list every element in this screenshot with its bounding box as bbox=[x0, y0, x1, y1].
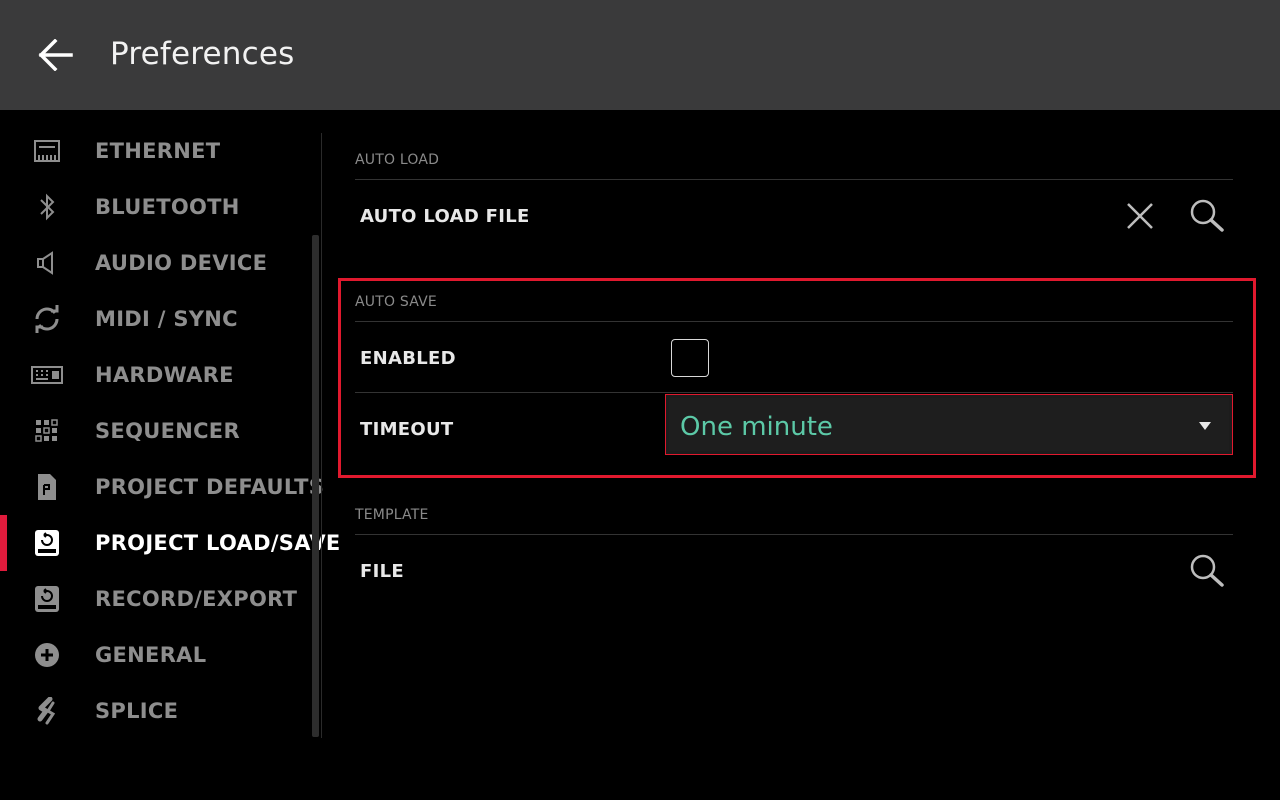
sidebar-item-audio-device[interactable]: AUDIO DEVICE bbox=[0, 235, 312, 291]
divider bbox=[355, 392, 1233, 393]
dropdown-field: One minute bbox=[669, 398, 1229, 451]
close-icon bbox=[1127, 203, 1153, 229]
drive-load-icon bbox=[30, 527, 64, 559]
auto-save-timeout-dropdown[interactable]: One minute bbox=[665, 394, 1233, 455]
sidebar-item-record-export[interactable]: RECORD/EXPORT bbox=[0, 571, 312, 627]
sidebar-item-label: BLUETOOTH bbox=[95, 195, 240, 219]
browse-template-button[interactable] bbox=[1185, 549, 1229, 593]
auto-save-enabled-checkbox[interactable] bbox=[671, 339, 709, 377]
sidebar-divider bbox=[321, 133, 322, 738]
sidebar-item-label: SPLICE bbox=[95, 699, 179, 723]
template-file-label: FILE bbox=[360, 561, 404, 582]
page-title: Preferences bbox=[110, 36, 295, 72]
sidebar-item-sequencer[interactable]: SEQUENCER bbox=[0, 403, 312, 459]
sidebar-item-splice[interactable]: SPLICE bbox=[0, 683, 312, 739]
divider bbox=[355, 534, 1233, 535]
plus-circle-icon bbox=[30, 639, 64, 671]
auto-save-enabled-label: ENABLED bbox=[360, 348, 456, 369]
clear-auto-load-button[interactable] bbox=[1118, 194, 1162, 238]
sidebar-item-general[interactable]: GENERAL bbox=[0, 627, 312, 683]
bluetooth-icon bbox=[30, 191, 64, 223]
auto-load-section-label: AUTO LOAD bbox=[355, 152, 440, 168]
template-section-label: TEMPLATE bbox=[355, 507, 429, 523]
auto-save-section-label: AUTO SAVE bbox=[355, 294, 437, 310]
title-bar: Preferences bbox=[0, 0, 1280, 110]
dropdown-value: One minute bbox=[680, 412, 833, 442]
sidebar-item-label: HARDWARE bbox=[95, 363, 234, 387]
search-icon bbox=[1190, 554, 1224, 587]
sidebar-item-label: AUDIO DEVICE bbox=[95, 251, 268, 275]
sidebar-item-bluetooth[interactable]: BLUETOOTH bbox=[0, 179, 312, 235]
sidebar-item-label: MIDI / SYNC bbox=[95, 307, 238, 331]
keyboard-icon bbox=[30, 359, 64, 391]
sidebar-item-label: ETHERNET bbox=[95, 139, 221, 163]
speaker-icon bbox=[30, 247, 64, 279]
back-button[interactable] bbox=[34, 34, 76, 76]
sidebar-item-label: GENERAL bbox=[95, 643, 207, 667]
sidebar-item-label: RECORD/EXPORT bbox=[95, 587, 298, 611]
grid-icon bbox=[30, 415, 64, 447]
arrow-left-icon bbox=[38, 39, 73, 71]
divider bbox=[355, 321, 1233, 322]
sidebar-item-label: PROJECT DEFAULTS bbox=[95, 475, 325, 499]
sidebar-scrollbar[interactable] bbox=[312, 235, 319, 737]
splice-icon bbox=[30, 695, 64, 727]
sidebar: ETHERNET BLUETOOTH AUDIO DEVICE MIDI / S… bbox=[0, 123, 340, 800]
sidebar-item-ethernet[interactable]: ETHERNET bbox=[0, 123, 312, 179]
search-icon bbox=[1190, 199, 1224, 232]
browse-auto-load-button[interactable] bbox=[1185, 194, 1229, 238]
ethernet-icon bbox=[30, 135, 64, 167]
sidebar-item-project-defaults[interactable]: PROJECT DEFAULTS bbox=[0, 459, 324, 515]
sidebar-item-project-load-save[interactable]: PROJECT LOAD/SAVE bbox=[0, 515, 340, 571]
auto-load-file-label: AUTO LOAD FILE bbox=[360, 206, 530, 227]
divider bbox=[355, 179, 1233, 180]
drive-record-icon bbox=[30, 583, 64, 615]
document-icon bbox=[30, 471, 64, 503]
sidebar-item-label: PROJECT LOAD/SAVE bbox=[95, 531, 341, 555]
sidebar-item-hardware[interactable]: HARDWARE bbox=[0, 347, 312, 403]
auto-save-timeout-label: TIMEOUT bbox=[360, 419, 454, 440]
sync-icon bbox=[30, 303, 64, 335]
caret-down-icon bbox=[1199, 422, 1211, 430]
sidebar-item-midi-sync[interactable]: MIDI / SYNC bbox=[0, 291, 312, 347]
sidebar-item-label: SEQUENCER bbox=[95, 419, 240, 443]
